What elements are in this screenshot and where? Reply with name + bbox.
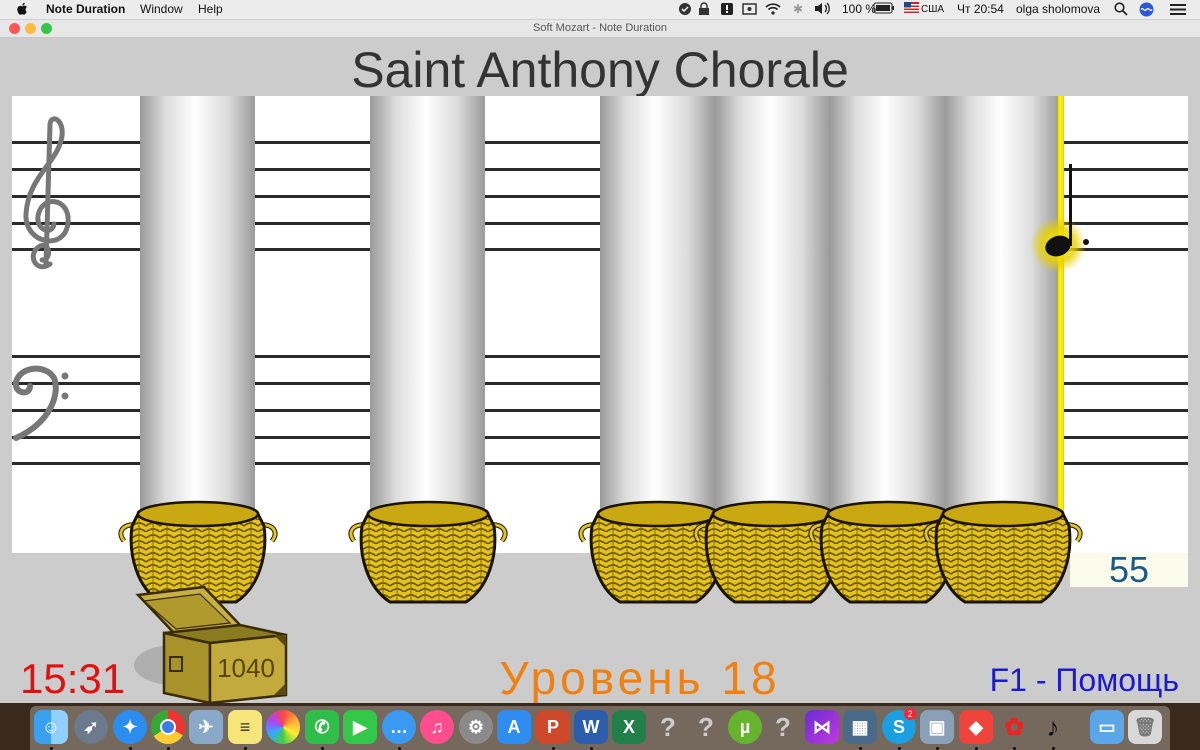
anydesk-icon[interactable]: ◆ (959, 710, 993, 744)
menu-bar: Note Duration Window Help ✱ 100 % США Чт… (0, 0, 1200, 20)
unknown-app-icon[interactable]: ? (766, 710, 800, 744)
whatsapp-icon[interactable]: ✆ (305, 710, 339, 744)
battery-icon[interactable] (873, 2, 895, 17)
photo-browser-icon[interactable]: ▣ (920, 710, 954, 744)
soft-mozart-icon[interactable]: ✿ (997, 710, 1031, 744)
input-source-label[interactable]: США (921, 4, 944, 15)
window-title-bar: Soft Mozart - Note Duration (0, 20, 1200, 38)
window-menu[interactable]: Window (140, 2, 183, 16)
help-hint[interactable]: F1 - Помощь (990, 662, 1179, 699)
beat-column (830, 96, 945, 553)
utorrent-icon[interactable]: µ (728, 710, 762, 744)
app-menu[interactable]: Note Duration (46, 2, 125, 16)
preview-icon[interactable]: ✈ (189, 710, 223, 744)
unknown-app-icon[interactable]: ? (689, 710, 723, 744)
basket (348, 496, 508, 608)
messages-icon[interactable]: … (382, 710, 416, 744)
trash-icon[interactable]: 🗑 (1128, 710, 1162, 744)
battery-percent: 100 % (842, 2, 877, 16)
safari-icon[interactable]: ✦ (113, 710, 147, 744)
launchpad-icon[interactable]: ➶ (74, 710, 108, 744)
notes-icon[interactable]: ≡ (228, 710, 262, 744)
beat-column (140, 96, 255, 553)
excel-icon[interactable]: X (612, 710, 646, 744)
window-title: Soft Mozart - Note Duration (533, 22, 667, 34)
volume-icon[interactable] (814, 2, 832, 18)
notification-center-icon[interactable] (1170, 3, 1186, 19)
finder-icon[interactable]: ☺ (34, 710, 68, 744)
treble-clef-icon (23, 116, 71, 270)
check-circle-icon[interactable] (678, 2, 692, 19)
unknown-app-icon[interactable]: ? (651, 710, 685, 744)
beat-column (715, 96, 830, 553)
user-name[interactable]: olga sholomova (1016, 2, 1100, 16)
apple-icon[interactable] (16, 2, 28, 19)
screen-record-icon[interactable] (742, 2, 758, 19)
help-menu[interactable]: Help (198, 2, 223, 16)
wifi-icon[interactable] (765, 2, 781, 18)
beat-column (600, 96, 715, 553)
basket (923, 496, 1083, 608)
menubar-clock[interactable]: Чт 20:54 (957, 2, 1004, 16)
music-staff (12, 96, 1188, 553)
word-icon[interactable]: W (574, 710, 608, 744)
chrome-icon[interactable] (151, 710, 185, 744)
photos-icon[interactable] (266, 710, 300, 744)
parallels-icon[interactable]: ▦ (843, 710, 877, 744)
dotted-quarter-note-icon (1030, 164, 1089, 273)
song-title: Saint Anthony Chorale (351, 42, 849, 98)
bass-clef-icon (12, 365, 69, 441)
itunes-icon[interactable]: ♫ (420, 710, 454, 744)
siri-icon[interactable] (1139, 2, 1154, 20)
downloads-folder-icon[interactable]: ▭ (1090, 710, 1124, 744)
note-duration-icon[interactable]: ♪ (1036, 710, 1070, 744)
lock-user-icon[interactable] (697, 2, 713, 19)
app-store-icon[interactable]: A (497, 710, 531, 744)
skype-badge: 2 (904, 708, 916, 720)
alert-icon[interactable] (720, 2, 734, 19)
system-preferences-icon[interactable]: ⚙ (459, 710, 493, 744)
facetime-icon[interactable]: ▶ (343, 710, 377, 744)
beat-column (370, 96, 485, 553)
bluetooth-icon[interactable]: ✱ (793, 2, 803, 16)
dock: ☺ ➶ ✦ ✈ ≡ ✆ ▶ … ♫ ⚙ A P W X ? ? µ ? ⋈ ▦ … (0, 703, 1200, 750)
search-icon[interactable] (1114, 2, 1128, 19)
us-flag-icon[interactable] (904, 2, 919, 16)
score-display: 55 (1070, 552, 1188, 588)
powerpoint-icon[interactable]: P (536, 710, 570, 744)
visual-studio-icon[interactable]: ⋈ (805, 710, 839, 744)
